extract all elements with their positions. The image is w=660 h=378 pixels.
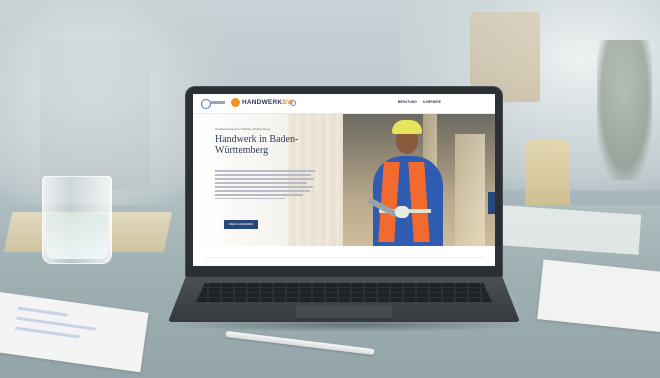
site-header: HANDWERKBW BERATUNG KARRIERE xyxy=(193,94,495,114)
laptop-lid: HANDWERKBW BERATUNG KARRIERE Handwerkska… xyxy=(186,87,502,277)
text-line xyxy=(215,181,307,184)
laptop-screen: HANDWERKBW BERATUNG KARRIERE Handwerkska… xyxy=(193,94,495,266)
hero-title-line: Handwerk in Baden- xyxy=(215,134,299,145)
brand-name[interactable]: HANDWERKBW xyxy=(242,99,293,106)
text-line xyxy=(215,197,285,200)
text-line xyxy=(215,177,314,180)
search-icon[interactable] xyxy=(290,100,296,106)
keyboard-rows xyxy=(196,283,492,302)
hero-body-text xyxy=(215,170,315,202)
hero-eyebrow: Handwerkskammern Baden-Württemberg xyxy=(215,127,271,131)
page-content-below-fold xyxy=(193,246,495,266)
text-line xyxy=(215,173,311,176)
background-plant xyxy=(597,40,652,180)
hard-hat-icon xyxy=(392,120,422,134)
text-line xyxy=(215,185,313,188)
hero-title-line: Württemberg xyxy=(215,145,269,156)
water-glass xyxy=(42,176,112,264)
work-glove xyxy=(395,206,409,218)
nav-item-beratung[interactable]: BERATUNG xyxy=(398,100,417,104)
trackpad[interactable] xyxy=(296,305,392,318)
nav-item-karriere[interactable]: KARRIERE xyxy=(423,100,441,104)
photo-beam xyxy=(455,134,485,246)
background-chair xyxy=(525,140,570,210)
text-line xyxy=(215,189,310,192)
text-line xyxy=(215,170,315,172)
main-nav: BERATUNG KARRIERE xyxy=(398,100,441,104)
hero-title: Handwerk in Baden- Württemberg xyxy=(215,134,325,156)
divider xyxy=(205,257,485,258)
hero-photo-worker xyxy=(343,114,495,246)
paper-line xyxy=(17,306,68,317)
paper-line xyxy=(14,326,80,339)
partner-logo-icon[interactable] xyxy=(201,99,211,109)
handwerk-bw-logo-icon[interactable] xyxy=(231,98,240,107)
partner-logo-text xyxy=(211,101,225,104)
text-line xyxy=(215,193,303,196)
background-shelf xyxy=(40,40,150,190)
brand-prefix: HANDWERK xyxy=(242,99,283,106)
side-tab-button[interactable] xyxy=(488,192,495,214)
cta-button[interactable]: MEHR ERFAHREN xyxy=(224,220,258,229)
